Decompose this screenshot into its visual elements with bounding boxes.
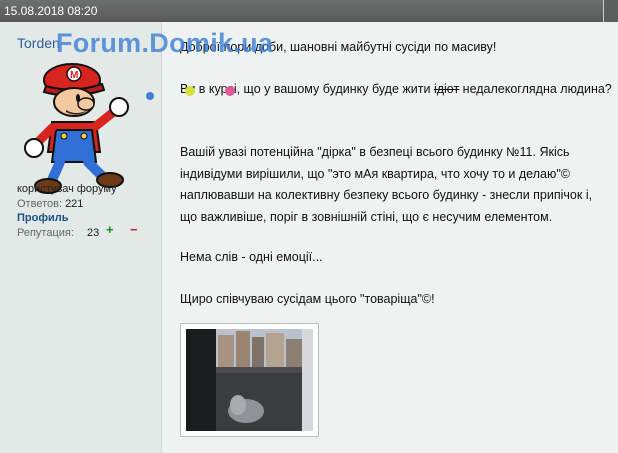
post-paragraph-3: Вашій увазі потенційна "дірка" в безпеці… bbox=[180, 145, 593, 224]
posts-label: Ответов: bbox=[17, 198, 62, 210]
author-username[interactable]: Torden bbox=[17, 35, 60, 51]
author-sidebar: Torden M користувач форуму Ответов: 221 … bbox=[0, 22, 162, 453]
profile-link[interactable]: Профиль bbox=[17, 212, 68, 224]
post-paragraph-4: Нема слів - одні емоції... bbox=[180, 250, 323, 264]
attached-photo[interactable] bbox=[180, 323, 319, 437]
posts-count-row: Ответов: 221 bbox=[17, 198, 83, 210]
post-header-bar: 15.08.2018 08:20 bbox=[0, 0, 618, 22]
post-timestamp: 15.08.2018 08:20 bbox=[4, 4, 98, 18]
user-role: користувач форуму bbox=[17, 183, 117, 195]
header-right-cell bbox=[603, 0, 618, 22]
avatar: M bbox=[24, 63, 129, 194]
balcony-photo bbox=[186, 329, 313, 431]
post-paragraph-2: Ви в курсі, що у вашому будинку буде жит… bbox=[180, 79, 612, 101]
reputation-label: Репутация: bbox=[17, 227, 74, 239]
reputation-value: 23 bbox=[86, 227, 100, 239]
reputation-minus-button[interactable]: − bbox=[130, 222, 138, 237]
reputation-plus-button[interactable]: + bbox=[106, 222, 114, 237]
post-p2-start: Ви в курсі, що у вашому будинку буде жит… bbox=[180, 82, 434, 96]
post-p2-end: недалекоглядна людина? bbox=[459, 82, 612, 96]
forum-watermark: Forum.Domik.ua bbox=[56, 28, 274, 58]
post-paragraph-5: Щиро співчуваю сусідам цього "товаріща"©… bbox=[180, 292, 435, 306]
watermark-dot-icon bbox=[146, 92, 154, 100]
watermark-dot-icon bbox=[185, 86, 195, 96]
post-p2-strike: ідіот bbox=[433, 82, 460, 96]
posts-count: 221 bbox=[65, 198, 84, 210]
reputation-row: Репутация: 23 bbox=[17, 227, 99, 239]
svg-text:M: M bbox=[70, 70, 78, 81]
watermark-dot-icon bbox=[225, 86, 235, 96]
